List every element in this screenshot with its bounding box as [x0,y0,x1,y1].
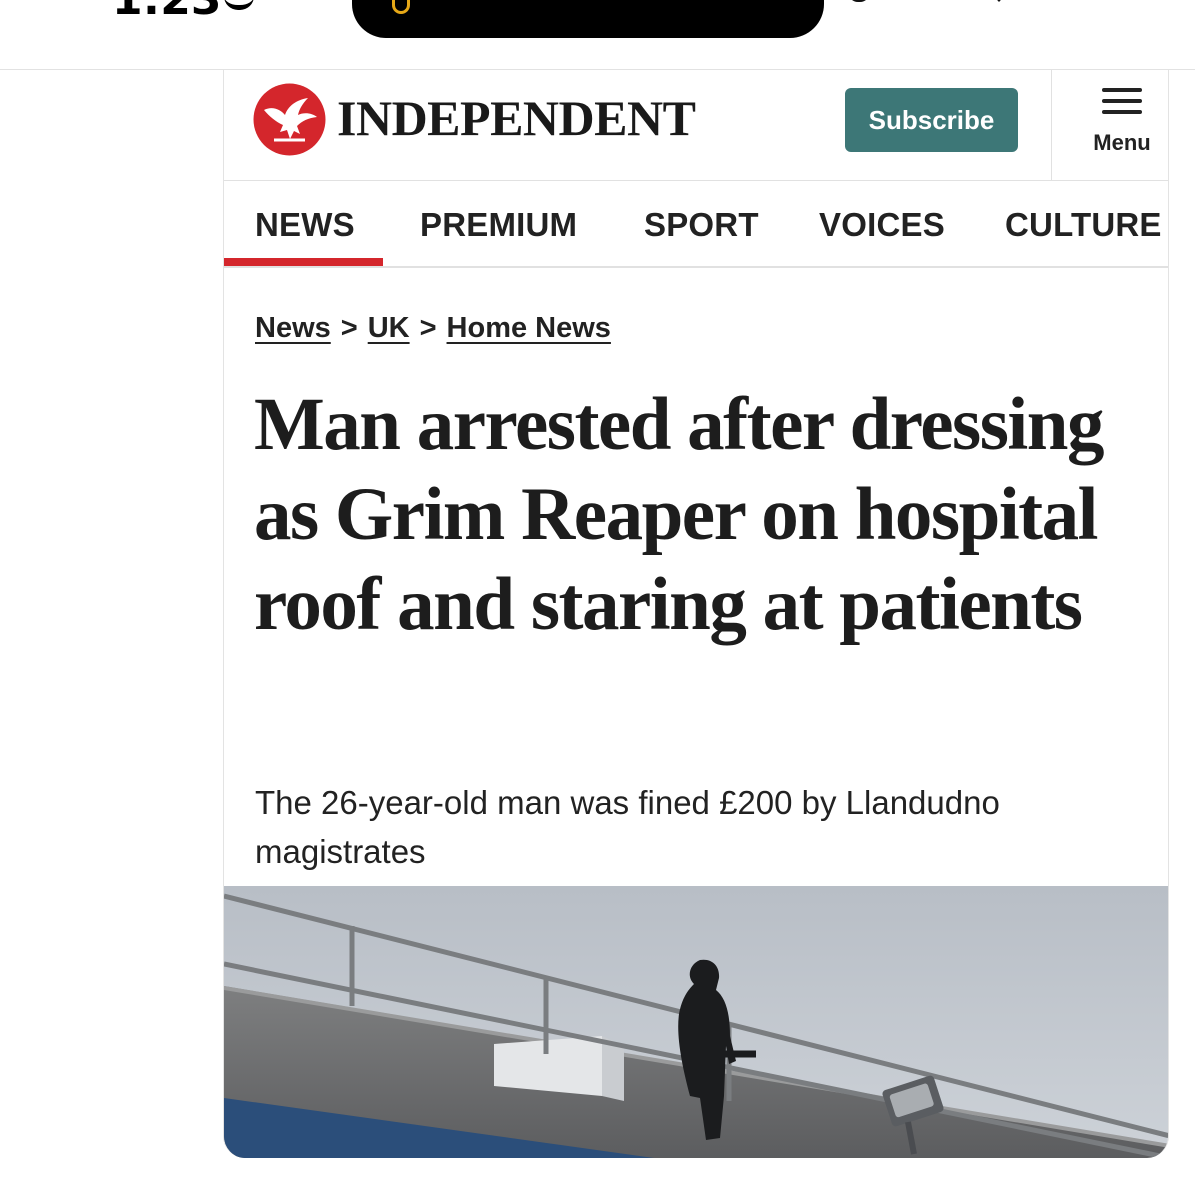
article-page: INDEPENDENT Subscribe Menu NEWS PREMIUM … [223,70,1169,1158]
section-nav: NEWS PREMIUM SPORT VOICES CULTURE [224,182,1168,268]
breadcrumb-separator: > [419,312,437,344]
nav-item-voices[interactable]: VOICES [819,206,945,244]
nav-item-sport[interactable]: SPORT [644,206,759,244]
dynamic-island [352,0,824,38]
breadcrumb-uk[interactable]: UK [368,312,410,344]
hamburger-menu-icon [1102,88,1142,114]
status-indicators [848,0,1118,10]
article-headline: Man arrested after dressing as Grim Reap… [254,383,1104,646]
site-header: INDEPENDENT Subscribe Menu [224,70,1168,181]
breadcrumb: News > UK > Home News [255,312,611,345]
wifi-icon [988,0,1010,2]
status-bar: 1:23 [0,0,1195,70]
nav-active-indicator [224,258,383,266]
site-logo-text[interactable]: INDEPENDENT [337,88,696,148]
subscribe-button[interactable]: Subscribe [845,88,1018,152]
hero-photo [224,886,1168,1158]
menu-label: Menu [1093,130,1151,155]
focus-icon [848,0,870,2]
breadcrumb-home-news[interactable]: Home News [447,312,611,344]
breadcrumb-separator: > [340,312,358,344]
article-standfirst: The 26-year-old man was fined £200 by Ll… [255,784,1000,870]
status-time: 1:23 [112,0,221,25]
breadcrumb-news[interactable]: News [255,312,331,344]
eagle-logo-icon[interactable] [252,82,327,157]
nav-item-culture[interactable]: CULTURE [1005,206,1162,244]
article-hero-image[interactable] [224,886,1168,1158]
silent-mode-icon [224,0,254,10]
nav-item-news[interactable]: NEWS [255,206,355,244]
menu-button[interactable]: Menu [1052,70,1168,181]
nav-item-premium[interactable]: PREMIUM [420,206,577,244]
